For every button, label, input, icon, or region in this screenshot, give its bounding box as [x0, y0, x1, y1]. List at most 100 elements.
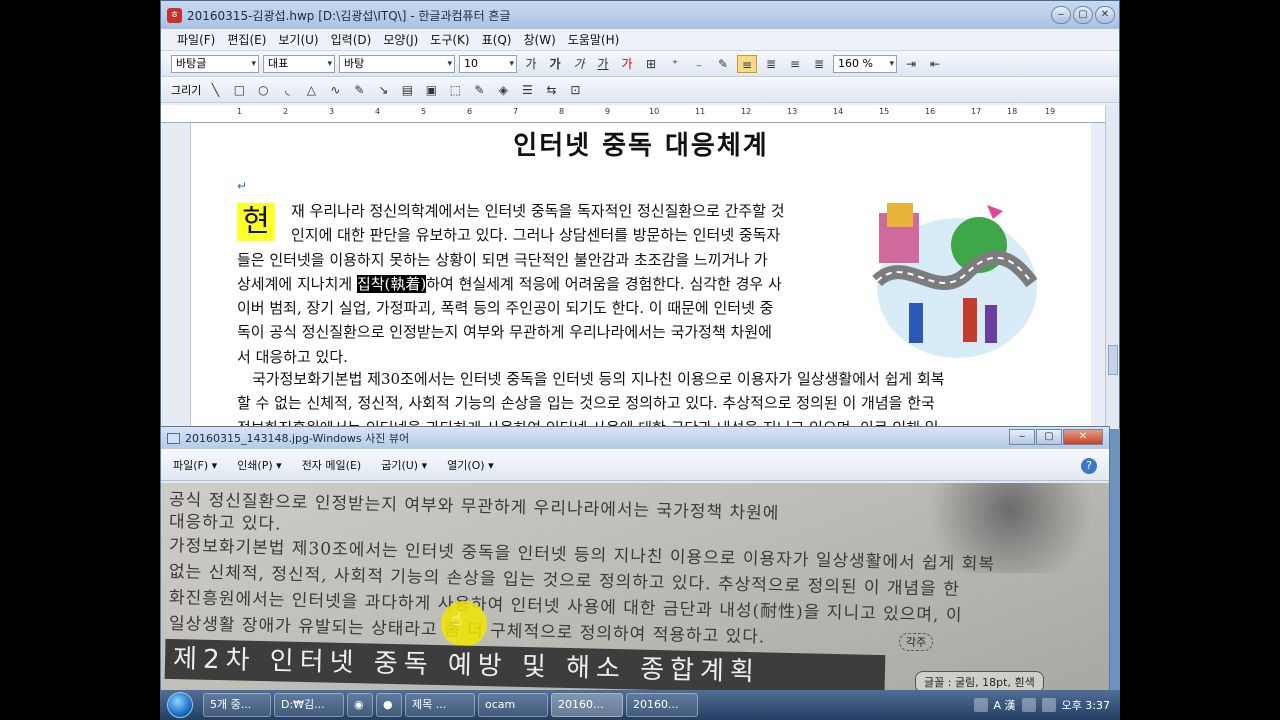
- menu-table[interactable]: 표(Q): [482, 31, 512, 48]
- document-page[interactable]: 인터넷 중독 대응체계 ↵ 현 재 우리나라 정신의학계에서는 인터넷 중독을 …: [191, 123, 1091, 429]
- line-color-icon[interactable]: ✎: [469, 81, 489, 99]
- hand-cursor-icon: ☝: [451, 609, 462, 630]
- superscript-icon[interactable]: ⁺: [665, 55, 685, 73]
- char-shape-icon[interactable]: ⊞: [641, 55, 661, 73]
- bold-icon[interactable]: 가: [545, 55, 565, 73]
- menu-format[interactable]: 모양(J): [383, 31, 418, 48]
- line-spacing-select[interactable]: 160 %: [833, 54, 897, 73]
- indent-icon[interactable]: ⇥: [901, 55, 921, 73]
- arc-tool-icon[interactable]: ◟: [277, 81, 297, 99]
- pen-tool-icon[interactable]: ✎: [349, 81, 369, 99]
- photo-banner: 제2차 인터넷 중독 예방 및 해소 종합계획: [164, 638, 886, 693]
- viewer-titlebar[interactable]: 20160315_143148.jpg-Windows 사진 뷰어 ‒ ▢ ✕: [161, 427, 1109, 449]
- hwp-title: 20160315-김광섭.hwp [D:\김광섭\ITQ\] - 한글과컴퓨터 …: [187, 8, 511, 23]
- ruler-num: 8: [559, 107, 565, 116]
- highlight-icon[interactable]: ✎: [713, 55, 733, 73]
- curve-tool-icon[interactable]: ∿: [325, 81, 345, 99]
- minimize-button[interactable]: ‒: [1051, 6, 1071, 24]
- text-line: 들은 인터넷을 이용하지 못하는 상황이 되면 극단적인 불안감과 초조감을 느…: [237, 250, 768, 269]
- outdent-icon[interactable]: ⇤: [925, 55, 945, 73]
- underline-icon[interactable]: 가: [593, 55, 613, 73]
- italic-icon[interactable]: 가: [569, 55, 589, 73]
- draw-menu[interactable]: 그리기: [171, 82, 201, 98]
- hwp-titlebar[interactable]: ㅎ 20160315-김광섭.hwp [D:\김광섭\ITQ\] - 한글과컴퓨…: [161, 1, 1119, 29]
- text-line: 재 우리나라 정신의학계에서는 인터넷 중독을 독자적인 정신질환으로 간주할 …: [291, 202, 785, 220]
- start-button[interactable]: [160, 690, 200, 720]
- network-icon[interactable]: [1021, 698, 1036, 712]
- volume-icon[interactable]: [1041, 698, 1056, 712]
- viewer-menu-burn[interactable]: 굽기(U) ▾: [381, 457, 427, 473]
- align-justify-icon[interactable]: ≡: [737, 54, 757, 73]
- help-icon[interactable]: ?: [1081, 458, 1097, 474]
- task-ie[interactable]: 5개 중...: [203, 693, 271, 717]
- menu-insert[interactable]: 입력(D): [331, 31, 372, 48]
- menu-tools[interactable]: 도구(K): [430, 31, 469, 48]
- polygon-tool-icon[interactable]: △: [301, 81, 321, 99]
- ime-icon[interactable]: [973, 698, 988, 712]
- task-title[interactable]: 제목 ...: [405, 693, 475, 717]
- viewer-menubar: 파일(F) ▾ 인쇄(P) ▾ 전자 메일(E) 굽기(U) ▾ 열기(O) ▾: [161, 449, 1109, 481]
- ruler-num: 2: [283, 107, 289, 116]
- maximize-button[interactable]: ▢: [1073, 6, 1093, 24]
- task-app[interactable]: ●: [376, 693, 402, 717]
- line-tool-icon[interactable]: ╲: [205, 81, 225, 99]
- menu-window[interactable]: 창(W): [523, 31, 555, 48]
- grow-font-icon[interactable]: 가: [521, 55, 541, 73]
- viewer-close-button[interactable]: ✕: [1063, 429, 1103, 445]
- menu-help[interactable]: 도움말(H): [568, 31, 620, 48]
- viewer-maximize-button[interactable]: ▢: [1036, 429, 1062, 445]
- selected-text: 집착(執着): [356, 274, 427, 293]
- scrollbar-thumb[interactable]: [1108, 345, 1118, 375]
- task-chrome[interactable]: ◉: [347, 693, 373, 717]
- format-toolbar: 바탕글 대표 바탕 10 가 가 가 가 가 ⊞ ⁺ ₋ ✎ ≡ ≣ ≡ ≣ 1…: [161, 51, 1119, 77]
- menu-view[interactable]: 보기(U): [278, 31, 318, 48]
- text-line: 독이 공식 정신질환으로 인정받는지 여부와 무관하게 우리나라에서는 국가정책…: [237, 323, 772, 342]
- viewer-minimize-button[interactable]: ‒: [1009, 429, 1035, 445]
- ime-indicator[interactable]: A 漢: [994, 697, 1016, 713]
- align-center-icon[interactable]: ≡: [785, 55, 805, 73]
- line-style-icon[interactable]: ☰: [517, 81, 537, 99]
- arrange-icon[interactable]: ⇆: [541, 81, 561, 99]
- viewer-menu-open[interactable]: 열기(O) ▾: [447, 457, 494, 473]
- task-ocam[interactable]: ocam: [478, 693, 548, 717]
- photo-viewer-window: 20160315_143148.jpg-Windows 사진 뷰어 ‒ ▢ ✕ …: [160, 426, 1110, 693]
- clock[interactable]: 오후 3:37: [1062, 697, 1110, 713]
- rect-tool-icon[interactable]: □: [229, 81, 249, 99]
- hwp-app-icon: ㅎ: [167, 7, 182, 23]
- subscript-icon[interactable]: ₋: [689, 55, 709, 73]
- photo-image[interactable]: 공식 정신질환으로 인정받는지 여부와 무관하게 우리나라에서는 국가정책 차원…: [161, 483, 1109, 693]
- font-color-icon[interactable]: 가: [617, 55, 637, 73]
- cursor-highlight: [441, 601, 487, 647]
- menu-file[interactable]: 파일(F): [177, 31, 215, 48]
- paragraph-mark-icon: ↵: [237, 179, 248, 193]
- viewer-menu-email[interactable]: 전자 메일(E): [302, 457, 362, 473]
- group-icon[interactable]: ⊡: [565, 81, 585, 99]
- font-type-select[interactable]: 대표: [263, 54, 335, 73]
- align-right-icon[interactable]: ≣: [809, 55, 829, 73]
- image-tool-icon[interactable]: ▣: [421, 81, 441, 99]
- select-tool-icon[interactable]: ⬚: [445, 81, 465, 99]
- font-size-select[interactable]: 10: [459, 54, 517, 73]
- paragraph-1: 재 우리나라 정신의학계에서는 인터넷 중독을 독자적인 정신질환으로 간주할 …: [237, 199, 857, 369]
- fill-color-icon[interactable]: ◈: [493, 81, 513, 99]
- text-line: 상세계에 지나치게 집착(執着)하여 현실세계 적응에 어려움을 경험한다. 심…: [237, 272, 857, 296]
- ruler-num: 15: [879, 107, 890, 116]
- viewer-menu-print[interactable]: 인쇄(P) ▾: [237, 457, 282, 473]
- style-select[interactable]: 바탕글: [171, 54, 259, 73]
- task-explorer[interactable]: D:₩김...: [274, 693, 344, 717]
- windows-orb-icon: [167, 692, 193, 718]
- textbox-tool-icon[interactable]: ▤: [397, 81, 417, 99]
- task-photo-viewer[interactable]: 20160...: [551, 693, 623, 717]
- connector-tool-icon[interactable]: ↘: [373, 81, 393, 99]
- close-button[interactable]: ✕: [1095, 6, 1115, 24]
- align-left-icon[interactable]: ≣: [761, 55, 781, 73]
- text-segment: 상세계에 지나치게: [237, 274, 357, 293]
- viewer-menu-file[interactable]: 파일(F) ▾: [173, 457, 217, 473]
- ellipse-tool-icon[interactable]: ○: [253, 81, 273, 99]
- task-hwp[interactable]: 20160...: [626, 693, 698, 717]
- font-select[interactable]: 바탕: [339, 54, 455, 73]
- menu-edit[interactable]: 편집(E): [227, 31, 266, 48]
- taskbar: 5개 중... D:₩김... ◉ ● 제목 ... ocam 20160...…: [160, 690, 1120, 720]
- ruler-num: 6: [467, 107, 473, 116]
- vertical-scrollbar[interactable]: [1105, 105, 1119, 429]
